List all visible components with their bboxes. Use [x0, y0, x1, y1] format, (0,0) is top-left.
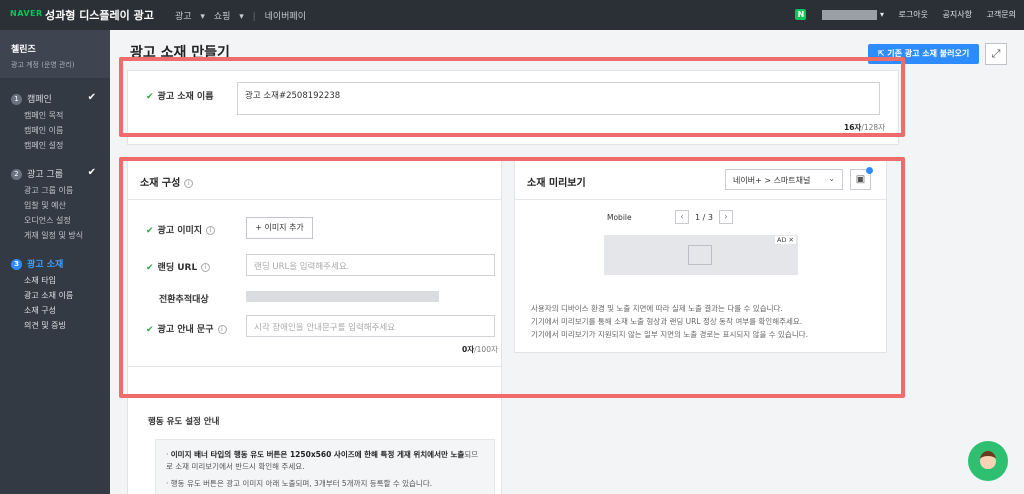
sidebar-item-opinion-evidence[interactable]: 의견 및 증빙	[24, 318, 110, 333]
username-redacted	[822, 9, 878, 20]
sidebar-item-bid-budget[interactable]: 입찰 및 예산	[24, 198, 110, 213]
sidebar-item-campaign-objective[interactable]: 캠페인 목적	[24, 108, 110, 123]
notice-line-2: · 행동 유도 버튼은 광고 이미지 아래 노출되며, 3개부터 5개까지 등록…	[166, 479, 433, 488]
nav-shopping[interactable]: 쇼핑 ▾	[214, 12, 244, 22]
sidebar-item-audience[interactable]: 오디언스 설정	[24, 213, 110, 228]
naver-n-icon: N	[795, 9, 807, 20]
notice-link[interactable]: 공지사항	[943, 10, 972, 19]
sidebar-item-campaign-name[interactable]: 캠페인 이름	[24, 123, 110, 138]
naver-logo[interactable]: NAVER	[10, 9, 43, 18]
sidebar-item-creative-type[interactable]: 소재 타입	[24, 273, 110, 288]
step-campaign: 1 캠페인 ✔ 캠페인 목적 캠페인 이름 캠페인 설정	[0, 92, 110, 153]
sidebar-item-creative-composition[interactable]: 소재 구성	[24, 303, 110, 318]
top-right-menu: N ▾ 로그아웃 공지사항 고객문의	[771, 9, 1016, 20]
agent-avatar-icon	[980, 451, 996, 469]
step-ad-creative-header[interactable]: 3 광고 소재	[11, 257, 110, 271]
support-link[interactable]: 고객문의	[987, 10, 1016, 19]
step-number: 3	[11, 259, 22, 270]
account-header[interactable]: 첼린즈 광고 계정 (운영 관리)	[0, 30, 110, 78]
step-number: 1	[11, 94, 22, 105]
step-ad-group: 2 광고 그룹 ✔ 광고 그룹 이름 입찰 및 예산 오디언스 설정 게재 일정 …	[0, 167, 110, 243]
logout-link[interactable]: 로그아웃	[899, 10, 928, 19]
cta-notice-box: · 이미지 배너 타입의 행동 유도 버튼은 1250x560 사이즈에 한해 …	[155, 439, 495, 494]
sidebar-item-creative-name[interactable]: 광고 소재 이름	[24, 288, 110, 303]
user-account[interactable]: N ▾	[783, 9, 884, 20]
chatbot-button[interactable]	[968, 441, 1008, 481]
expand-icon[interactable]: ⤢	[985, 43, 1007, 65]
check-icon: ✔	[87, 167, 96, 178]
nav-ads[interactable]: 광고 ▾	[175, 12, 205, 22]
sidebar: 첼린즈 광고 계정 (운영 관리) 1 캠페인 ✔ 캠페인 목적 캠페인 이름 캠…	[0, 30, 110, 494]
cta-guide-title: 행동 유도 설정 안내	[148, 417, 220, 427]
account-name: 첼린즈	[11, 45, 36, 55]
step-ad-creative: 3 광고 소재 소재 타입 광고 소재 이름 소재 구성 의견 및 증빙	[0, 257, 110, 333]
top-bar: NAVER 성과형 디스플레이 광고 광고 ▾ 쇼핑 ▾ | 네이버페이 N ▾…	[0, 0, 1024, 30]
step-number: 2	[11, 169, 22, 180]
top-nav: 광고 ▾ 쇼핑 ▾ | 네이버페이	[175, 9, 312, 22]
highlight-box-name	[119, 57, 905, 137]
highlight-box-composition	[119, 157, 905, 398]
nav-divider: |	[252, 12, 256, 22]
nav-naverpay[interactable]: 네이버페이	[265, 12, 306, 22]
product-title[interactable]: 성과형 디스플레이 광고	[45, 7, 154, 23]
notice-line-1: · 이미지 배너 타입의 행동 유도 버튼은 1250x560 사이즈에 한해 …	[166, 450, 479, 471]
sidebar-item-campaign-settings[interactable]: 캠페인 설정	[24, 138, 110, 153]
sidebar-item-schedule[interactable]: 게재 일정 및 방식	[24, 228, 110, 243]
account-subtitle: 광고 계정 (운영 관리)	[11, 61, 75, 69]
check-icon: ✔	[87, 92, 96, 103]
sidebar-item-ad-group-name[interactable]: 광고 그룹 이름	[24, 183, 110, 198]
